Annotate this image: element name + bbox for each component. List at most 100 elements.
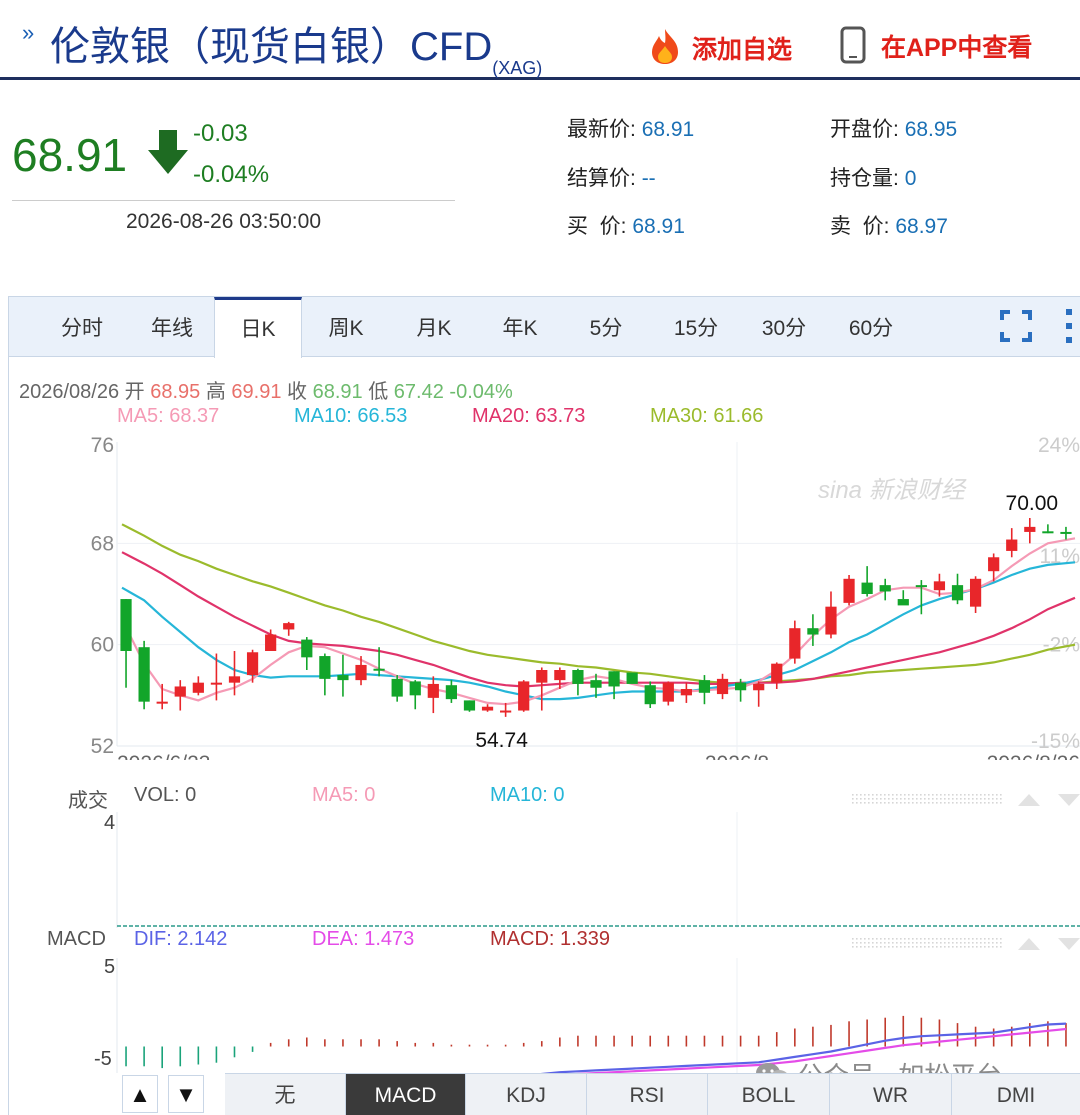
collapse-up-icon xyxy=(1018,938,1040,950)
open-interest-field: 持仓量: 0 xyxy=(830,167,917,190)
scroll-grip-dot xyxy=(984,938,986,940)
scroll-grip-dot xyxy=(948,938,950,940)
tab-30min[interactable]: 30分 xyxy=(744,297,824,357)
tab-60min[interactable]: 60分 xyxy=(831,297,911,357)
scroll-grip-dot xyxy=(912,802,914,804)
candle-body xyxy=(1024,526,1036,532)
tab-yearly-k[interactable]: 年K xyxy=(483,297,557,357)
scroll-grip-dot xyxy=(980,802,982,804)
scroll-grip-dot xyxy=(868,946,870,948)
candle-body xyxy=(156,701,168,704)
scroll-grip-dot xyxy=(860,802,862,804)
tab-indicator-rsi[interactable]: RSI xyxy=(587,1074,708,1115)
scroll-grip-dot xyxy=(896,798,898,800)
scroll-down-button[interactable]: ▼ xyxy=(168,1075,204,1113)
scroll-grip-dot xyxy=(904,938,906,940)
sina-watermark: sina 新浪财经 xyxy=(818,477,965,504)
scroll-grip-dot xyxy=(876,938,878,940)
scroll-grip-dot xyxy=(960,794,962,796)
tab-indicator-none[interactable]: 无 xyxy=(225,1074,346,1115)
scroll-grip-dot xyxy=(872,946,874,948)
scroll-grip-dot xyxy=(852,942,854,944)
scroll-grip-dot xyxy=(888,794,890,796)
y-tick-label: 76 xyxy=(91,434,114,457)
candle-body xyxy=(753,683,765,691)
tab-indicator-macd[interactable]: MACD xyxy=(346,1074,466,1115)
add-watchlist-button[interactable]: 添加自选 xyxy=(645,26,792,66)
candle-body xyxy=(988,557,1000,572)
tab-indicator-kdj[interactable]: KDJ xyxy=(466,1074,587,1115)
scroll-grip-dot xyxy=(960,798,962,800)
scroll-grip-dot xyxy=(856,802,858,804)
indicator-charts[interactable] xyxy=(0,780,1080,1073)
scroll-grip-dot xyxy=(1000,946,1002,948)
tab-5min[interactable]: 5分 xyxy=(569,297,643,357)
scroll-grip-dot xyxy=(864,946,866,948)
candle-body xyxy=(138,647,150,702)
scroll-grip-dot xyxy=(940,802,942,804)
scroll-grip-dot xyxy=(864,938,866,940)
scroll-grip-dot xyxy=(912,794,914,796)
candle-body xyxy=(445,685,457,700)
tab-fenshi[interactable]: 分时 xyxy=(49,297,115,357)
scroll-grip-dot xyxy=(932,794,934,796)
scroll-grip-dot xyxy=(860,938,862,940)
scroll-grip-dot xyxy=(912,938,914,940)
tab-year-line[interactable]: 年线 xyxy=(135,297,209,357)
scroll-grip-dot xyxy=(948,798,950,800)
price-change-pct: -0.04% xyxy=(193,161,270,188)
more-options-icon[interactable] xyxy=(1063,307,1075,345)
scroll-grip-dot xyxy=(976,942,978,944)
scroll-grip-dot xyxy=(912,946,914,948)
scroll-grip-dot xyxy=(856,794,858,796)
scroll-grip-dot xyxy=(972,798,974,800)
tab-weekly-k[interactable]: 周K xyxy=(309,297,383,357)
candle-body xyxy=(879,585,891,592)
scroll-grip-dot xyxy=(916,798,918,800)
scroll-grip-dot xyxy=(908,946,910,948)
fullscreen-icon[interactable] xyxy=(999,309,1033,343)
scroll-grip-dot xyxy=(908,942,910,944)
scroll-grip-dot xyxy=(880,942,882,944)
scroll-grip-dot xyxy=(992,802,994,804)
tab-indicator-dmi[interactable]: DMI xyxy=(952,1074,1080,1115)
tab-15min[interactable]: 15分 xyxy=(656,297,736,357)
scroll-grip-dot xyxy=(944,798,946,800)
scroll-grip-dot xyxy=(892,942,894,944)
candle-body xyxy=(951,585,964,601)
scroll-grip-dot xyxy=(964,938,966,940)
scroll-up-button[interactable]: ▲ xyxy=(122,1075,158,1113)
scroll-grip-dot xyxy=(980,798,982,800)
scroll-grip-dot xyxy=(976,798,978,800)
scroll-grip-dot xyxy=(956,802,958,804)
low-annotation: 54.74 xyxy=(475,729,528,752)
scroll-grip-dot xyxy=(864,942,866,944)
down-arrow-icon xyxy=(148,130,188,174)
ma5-legend: MA5: 68.37 xyxy=(117,405,220,427)
tab-daily-k[interactable]: 日K xyxy=(214,297,302,358)
collapse-down-icon xyxy=(1058,938,1080,950)
scroll-grip-dot xyxy=(988,802,990,804)
tab-monthly-k[interactable]: 月K xyxy=(397,297,471,357)
scroll-grip-dot xyxy=(852,946,854,948)
scroll-grip-dot xyxy=(976,938,978,940)
tab-indicator-wr[interactable]: WR xyxy=(830,1074,952,1115)
scroll-grip-dot xyxy=(888,798,890,800)
candle-body xyxy=(355,664,367,681)
scroll-grip-dot xyxy=(976,802,978,804)
scroll-grip-dot xyxy=(920,942,922,944)
scroll-grip-dot xyxy=(872,802,874,804)
scroll-grip-dot xyxy=(884,794,886,796)
candle-body xyxy=(771,663,783,683)
scroll-grip-dot xyxy=(884,798,886,800)
candle-body xyxy=(644,685,656,705)
candle-body xyxy=(1060,531,1072,534)
candle-body xyxy=(680,689,692,696)
ma20-legend: MA20: 63.73 xyxy=(472,405,586,427)
scroll-grip-dot xyxy=(932,798,934,800)
tab-indicator-boll[interactable]: BOLL xyxy=(708,1074,830,1115)
view-in-app-button[interactable]: 在APP中查看 xyxy=(840,26,1032,64)
period-tab-bar: 分时 年线 日K 周K 月K 年K 5分 15分 30分 60分 xyxy=(9,297,1080,358)
price-change: -0.03 xyxy=(193,120,248,147)
candle-body xyxy=(969,578,982,607)
